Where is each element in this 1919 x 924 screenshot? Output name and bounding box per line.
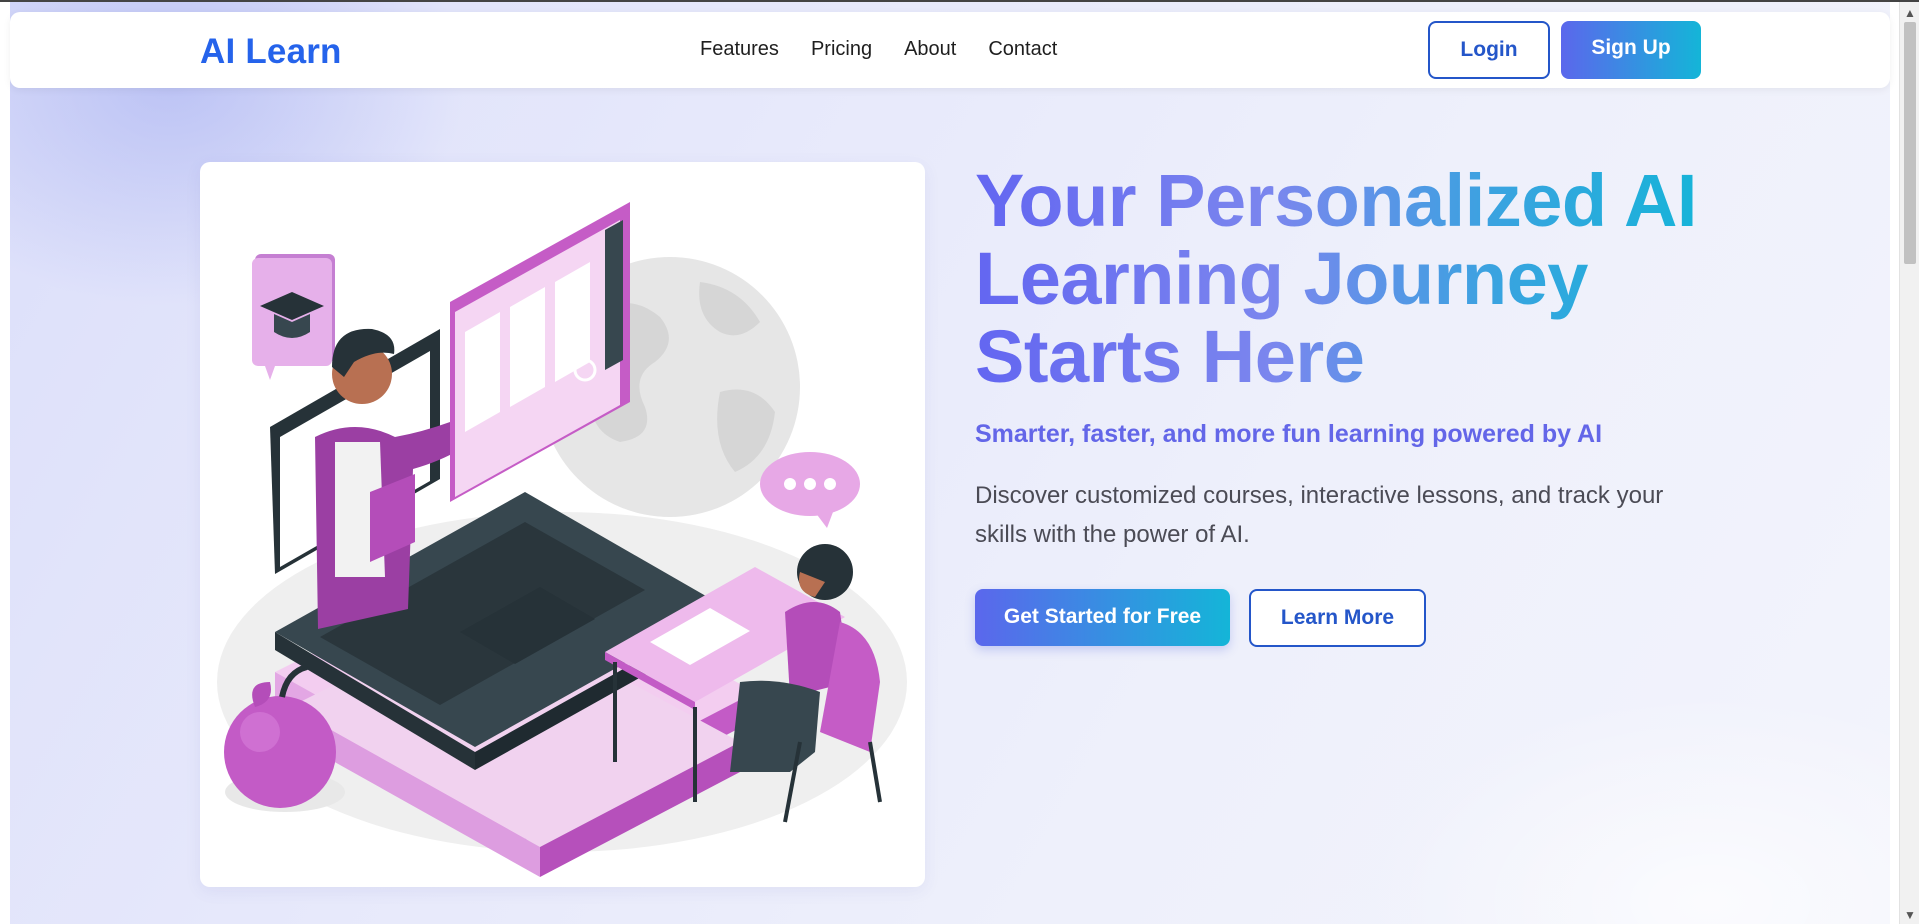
nav-link-contact[interactable]: Contact: [988, 38, 1057, 61]
landing-page: AI Learn Features Pricing About Contact …: [10, 2, 1890, 924]
chat-bubble-icon: [760, 452, 860, 528]
hero-illustration-card: [200, 162, 925, 887]
get-started-button[interactable]: Get Started for Free: [975, 589, 1230, 646]
nav-link-about[interactable]: About: [904, 38, 956, 61]
nav-link-features[interactable]: Features: [700, 38, 779, 61]
hero-title: Your Personalized AI Learning Journey St…: [975, 162, 1715, 396]
nav-link-pricing[interactable]: Pricing: [811, 38, 872, 61]
signup-button[interactable]: Sign Up: [1561, 21, 1701, 79]
hero-title-line-1: Your Personalized AI: [975, 159, 1697, 242]
hero-description: Discover customized courses, interactive…: [975, 482, 1664, 548]
hero-title-line-2: Learning Journey: [975, 237, 1588, 320]
navbar: AI Learn Features Pricing About Contact …: [10, 12, 1890, 88]
scroll-thumb[interactable]: [1904, 22, 1916, 264]
vertical-scrollbar[interactable]: ▲ ▼: [1899, 2, 1919, 924]
hero-subtitle: Smarter, faster, and more fun learning p…: [975, 420, 1603, 448]
learn-more-button[interactable]: Learn More: [1249, 589, 1426, 647]
logo[interactable]: AI Learn: [200, 32, 342, 72]
login-button[interactable]: Login: [1428, 21, 1550, 79]
graduation-cap-bubble-icon: [252, 254, 335, 380]
online-learning-illustration: [217, 202, 907, 877]
scroll-up-arrow-icon[interactable]: ▲: [1900, 4, 1919, 22]
scroll-down-arrow-icon[interactable]: ▼: [1900, 906, 1919, 924]
nav-links: Features Pricing About Contact: [700, 38, 1057, 61]
hero-title-line-3: Starts Here: [975, 315, 1365, 398]
browser-viewport: AI Learn Features Pricing About Contact …: [0, 0, 1919, 924]
